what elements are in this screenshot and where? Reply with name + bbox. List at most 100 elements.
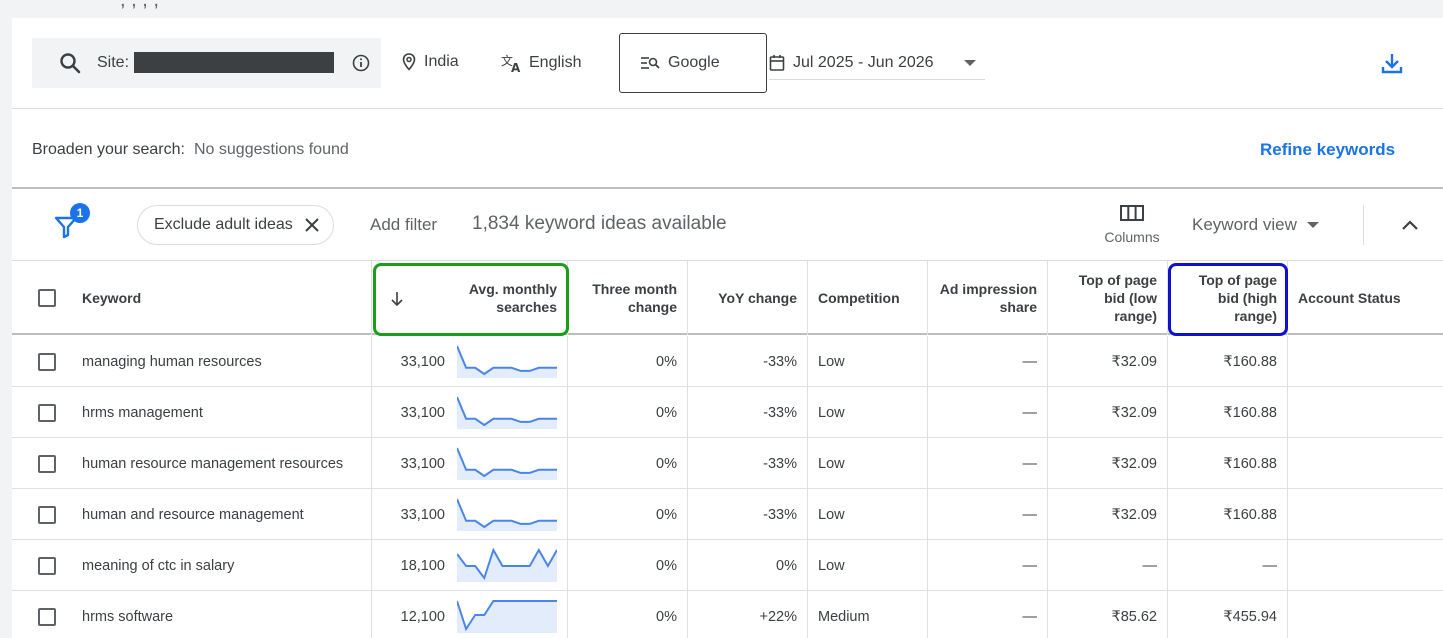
account-status-header[interactable]: Account Status — [1287, 261, 1443, 335]
searches-cell: 33,100 — [371, 489, 567, 540]
competition-value: Medium — [818, 608, 870, 625]
table-row[interactable]: hrms software 12,100 0% +22% Medium — ₹8… — [12, 591, 1443, 638]
table-row[interactable]: meaning of ctc in salary 18,100 0% 0% Lo… — [12, 540, 1443, 591]
competition-header-label: Competition — [818, 290, 900, 306]
competition-value: Low — [818, 506, 845, 523]
row-checkbox[interactable] — [38, 454, 56, 473]
competition-cell: Low — [807, 540, 927, 591]
ad-share-value: — — [1022, 455, 1038, 472]
select-all-checkbox[interactable] — [38, 289, 56, 307]
chevron-up-icon[interactable] — [1398, 213, 1422, 237]
ad-share-cell: — — [927, 438, 1047, 489]
row-checkbox[interactable] — [38, 556, 56, 575]
competition-cell: Low — [807, 438, 927, 489]
account-status-cell — [1287, 489, 1443, 540]
search-engine-label: Google — [668, 54, 720, 71]
refine-keywords-button[interactable]: Refine keywords — [1260, 140, 1395, 160]
searches-cell: 33,100 — [371, 336, 567, 387]
three-month-change-header[interactable]: Three month change — [567, 261, 687, 335]
ad-share-value: — — [1022, 608, 1038, 625]
bid-low-cell: ₹32.09 — [1047, 336, 1167, 387]
site-search-box[interactable]: Site: — [32, 38, 381, 88]
ad-share-cell: — — [927, 336, 1047, 387]
trend-sparkline — [457, 447, 557, 480]
bid-high-cell: ₹160.88 — [1167, 336, 1287, 387]
search-engine-selector[interactable]: Google — [619, 33, 767, 93]
toolbar-divider — [1363, 205, 1364, 245]
ad-share-cell: — — [927, 591, 1047, 638]
yoy-value: -33% — [763, 353, 797, 370]
top-bid-high-header[interactable]: Top of page bid (high range) — [1167, 261, 1287, 335]
table-row[interactable]: human and resource management 33,100 0% … — [12, 489, 1443, 540]
sparkline-area — [457, 397, 557, 429]
date-range-selector[interactable]: Jul 2025 - Jun 2026 — [769, 46, 985, 80]
competition-value: Low — [818, 455, 845, 472]
competition-cell: Low — [807, 387, 927, 438]
info-icon[interactable] — [352, 54, 370, 72]
searches-value: 33,100 — [400, 404, 445, 421]
yoy-header-label: YoY change — [718, 290, 797, 306]
three-month-cell: 0% — [567, 489, 687, 540]
broaden-search-row: Broaden your search: No suggestions foun… — [12, 109, 1443, 189]
sparkline-area — [457, 499, 557, 531]
keyword-header-label: Keyword — [82, 290, 142, 306]
close-icon[interactable] — [305, 218, 319, 232]
row-checkbox[interactable] — [38, 505, 56, 524]
download-icon[interactable] — [1380, 51, 1404, 75]
yoy-cell: +22% — [687, 591, 807, 638]
bid-low-value: ₹32.09 — [1111, 404, 1157, 421]
sort-down-arrow-icon — [391, 292, 403, 307]
account-status-header-label: Account Status — [1298, 290, 1401, 306]
yoy-cell: -33% — [687, 489, 807, 540]
keyword-cell: hrms management — [12, 387, 371, 438]
add-filter-button[interactable]: Add filter — [370, 215, 437, 235]
ad-impression-share-header[interactable]: Ad impression share — [927, 261, 1047, 335]
table-row[interactable]: hrms management 33,100 0% -33% Low — ₹32… — [12, 387, 1443, 438]
bid-high-cell: ₹455.94 — [1167, 591, 1287, 638]
three-month-cell: 0% — [567, 336, 687, 387]
top-bid-high-line2: bid (high — [1217, 290, 1277, 306]
account-status-cell — [1287, 387, 1443, 438]
yoy-cell: 0% — [687, 540, 807, 591]
keyword-header[interactable]: Keyword — [12, 261, 371, 335]
location-label: India — [424, 53, 459, 70]
account-status-cell — [1287, 336, 1443, 387]
competition-header[interactable]: Competition — [807, 261, 927, 335]
location-selector[interactable]: India — [402, 53, 459, 71]
three-month-cell: 0% — [567, 540, 687, 591]
bid-low-value: ₹32.09 — [1111, 455, 1157, 472]
top-bid-high-line1: Top of page — [1198, 272, 1277, 288]
three-month-cell: 0% — [567, 387, 687, 438]
searches-value: 12,100 — [400, 608, 445, 625]
bid-high-value: ₹160.88 — [1223, 404, 1277, 421]
date-range-label: Jul 2025 - Jun 2026 — [793, 53, 934, 71]
yoy-value: +22% — [759, 608, 798, 625]
row-checkbox[interactable] — [38, 607, 56, 626]
avg-monthly-header-line2: searches — [496, 299, 557, 315]
bid-high-cell: ₹160.88 — [1167, 489, 1287, 540]
search-icon — [60, 53, 81, 74]
keyword-cell: human and resource management — [12, 489, 371, 540]
row-checkbox[interactable] — [38, 352, 56, 371]
yoy-value: -33% — [763, 455, 797, 472]
yoy-cell: -33% — [687, 387, 807, 438]
ad-share-value: — — [1022, 506, 1038, 523]
columns-button[interactable]: Columns — [1097, 203, 1167, 253]
avg-monthly-searches-header[interactable]: Avg. monthly searches — [371, 261, 567, 335]
table-row[interactable]: managing human resources 33,100 0% -33% … — [12, 336, 1443, 387]
row-checkbox[interactable] — [38, 403, 56, 422]
top-bid-low-header[interactable]: Top of page bid (low range) — [1047, 261, 1167, 335]
table-row[interactable]: human resource management resources 33,1… — [12, 438, 1443, 489]
keyword-ideas-count: 1,834 keyword ideas available — [472, 213, 727, 234]
clipped-title-text: , , , , — [120, 0, 159, 11]
language-selector[interactable]: 文 A English — [501, 53, 581, 73]
searches-cell: 12,100 — [371, 591, 567, 638]
yoy-change-header[interactable]: YoY change — [687, 261, 807, 335]
columns-label: Columns — [1104, 229, 1160, 245]
keyword-table: Keyword Avg. monthly searches Three mont… — [12, 261, 1443, 638]
keyword-view-dropdown[interactable]: Keyword view — [1192, 215, 1319, 235]
sparkline-area — [457, 601, 557, 633]
searches-value: 33,100 — [400, 455, 445, 472]
exclude-adult-filter-chip[interactable]: Exclude adult ideas — [137, 205, 334, 245]
account-status-cell — [1287, 591, 1443, 638]
